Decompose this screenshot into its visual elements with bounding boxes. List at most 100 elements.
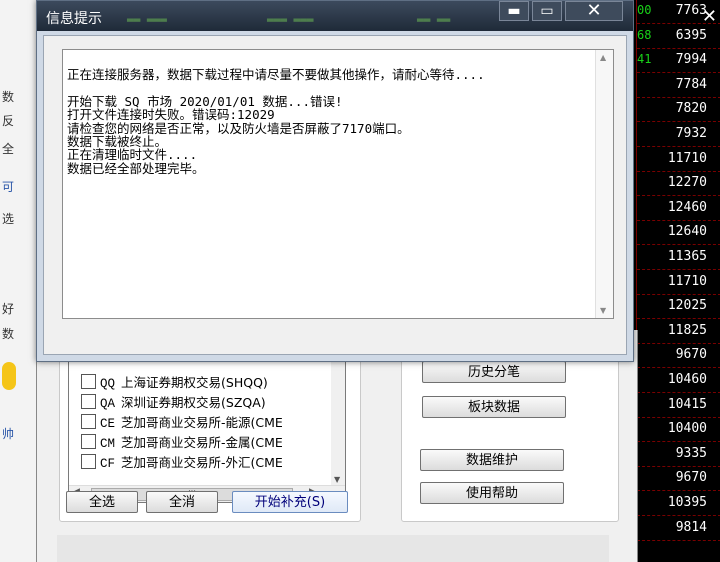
background-app-left-strip: 数 反 全 可 选 好 数 帅: [0, 0, 37, 562]
close-button[interactable]: ✕: [565, 1, 623, 21]
history-ticks-button[interactable]: 历史分笔: [422, 361, 566, 383]
message-line: 数据下载被终止。: [67, 133, 168, 149]
left-strip-fragment: 帅: [2, 427, 15, 441]
quote-row: 11365: [637, 246, 720, 270]
quote-value: 12640: [667, 224, 707, 240]
quote-value: 12270: [667, 175, 707, 191]
quote-column: ✕ 7763 00 6395 68 7994 41 7784 7820 7932 11710 122…: [636, 0, 720, 562]
start-fill-button[interactable]: 开始补充(S): [232, 491, 348, 513]
market-list-item[interactable]: QQ 上海证券期权交易(SHQQ): [81, 372, 341, 391]
market-code: CE: [100, 417, 116, 431]
scroll-down-icon[interactable]: ▼: [334, 475, 340, 484]
quote-change-fragment: 00: [637, 3, 652, 17]
market-name: 芝加哥商业交易所-外汇(CME: [121, 455, 283, 470]
quote-change-fragment: 41: [637, 52, 652, 67]
scroll-down-icon[interactable]: ▼: [600, 306, 606, 315]
left-strip-fragment: 好: [2, 302, 15, 316]
titlebar-ghost-text: ▂▂ ▂▂: [417, 9, 451, 22]
quote-value: 9670: [675, 470, 707, 486]
market-code: QQ: [100, 377, 116, 391]
clear-all-button[interactable]: 全消: [146, 491, 218, 513]
info-dialog: ▂▂ ▂▂▂ ▂▂▂ ▂▂▂ ▂▂ ▂▂ 信息提示 ▬ ▭ ✕ 正在连接服务器，…: [36, 0, 634, 362]
market-name: 深圳证券期权交易(SZQA): [121, 395, 266, 410]
market-list-item[interactable]: CM 芝加哥商业交易所-金属(CME: [81, 432, 341, 451]
quote-value: 9670: [675, 347, 707, 363]
quote-row: 11710: [637, 271, 720, 295]
quote-value: 10460: [667, 372, 707, 387]
quote-value: 7784: [675, 76, 707, 92]
maximize-button[interactable]: ▭: [532, 1, 562, 21]
scroll-up-icon[interactable]: ▲: [600, 53, 606, 62]
market-code: CM: [100, 437, 116, 451]
sector-data-button[interactable]: 板块数据: [422, 396, 566, 418]
market-checkbox[interactable]: [81, 374, 96, 389]
quote-row: 9670: [637, 344, 720, 369]
message-line: 正在清理临时文件....: [67, 147, 198, 163]
help-button[interactable]: 使用帮助: [420, 482, 564, 504]
select-all-button[interactable]: 全选: [66, 491, 138, 513]
market-checkbox[interactable]: [81, 434, 96, 449]
quote-row: 12025: [637, 295, 720, 320]
market-checkbox[interactable]: [81, 394, 96, 409]
left-strip-fragment: 可: [2, 180, 15, 194]
quote-value: 12025: [667, 298, 707, 314]
list-vertical-scrollbar[interactable]: ▼: [331, 362, 345, 486]
message-line: [67, 81, 587, 94]
quote-value: 9335: [675, 445, 707, 461]
quote-row: 11710: [637, 148, 720, 172]
message-line: 打开文件连接时失败。错误码:12029: [67, 107, 275, 123]
left-strip-fragment: 选: [2, 212, 15, 226]
message-line: 正在连接服务器，数据下载过程中请尽量不要做其他操作，请耐心等待....: [67, 67, 485, 82]
quote-row: 7820: [637, 98, 720, 123]
quote-row: 7784: [637, 74, 720, 98]
quote-row: 6395 68: [637, 25, 720, 49]
quote-row: 9670: [637, 467, 720, 492]
data-download-window: QQ 上海证券期权交易(SHQQ) QA 深圳证券期权交易(SZQA) CE 芝加哥商业交…: [36, 330, 638, 562]
quote-row: 10400: [637, 418, 720, 443]
quote-row: 7994 41: [637, 49, 720, 74]
quote-value: 9814: [675, 519, 707, 535]
left-strip-fragment: 反: [2, 114, 15, 128]
quote-row: 7763 00: [637, 0, 720, 24]
quote-value: 10395: [667, 495, 707, 510]
quote-value: 7994: [675, 52, 707, 68]
minimize-button[interactable]: ▬: [499, 1, 529, 21]
quote-value: 6395: [675, 27, 707, 43]
message-line: 数据已经全部处理完毕。: [67, 160, 205, 176]
quote-value: 11365: [667, 249, 707, 264]
dialog-title: 信息提示: [46, 11, 102, 27]
market-list-item[interactable]: QA 深圳证券期权交易(SZQA): [81, 392, 341, 411]
quote-row: 10395: [637, 492, 720, 516]
left-strip-fragment: 数: [2, 90, 15, 104]
quote-value: 11710: [667, 273, 707, 289]
market-checkbox[interactable]: [81, 454, 96, 469]
quote-value: 10415: [667, 396, 707, 412]
quote-row: 9814: [637, 517, 720, 541]
quote-row: 9335: [637, 443, 720, 467]
market-list-item[interactable]: CF 芝加哥商业交易所-外汇(CME: [81, 452, 341, 471]
quote-row: 12460: [637, 197, 720, 221]
quote-value: 7763: [675, 3, 707, 18]
titlebar-ghost-text: ▂▂ ▂▂▂: [127, 9, 167, 22]
back-window-footer: [57, 535, 609, 562]
message-textarea[interactable]: 正在连接服务器，数据下载过程中请尽量不要做其他操作，请耐心等待.... 开始下载 …: [62, 49, 614, 319]
message-line: 开始下载 SQ 市场 2020/01/01 数据...错误!: [67, 93, 343, 109]
market-panel: QQ 上海证券期权交易(SHQQ) QA 深圳证券期权交易(SZQA) CE 芝加哥商业交…: [59, 338, 361, 522]
message-scrollbar[interactable]: ▲ ▼: [595, 50, 613, 318]
dialog-titlebar[interactable]: ▂▂ ▂▂▂ ▂▂▂ ▂▂▂ ▂▂ ▂▂ 信息提示 ▬ ▭ ✕: [37, 1, 633, 31]
quote-row: 11825: [637, 320, 720, 344]
quote-change-fragment: 68: [637, 27, 652, 42]
quote-value: 7932: [675, 126, 707, 141]
quote-row: 12270: [637, 172, 720, 197]
quote-row: 12640: [637, 221, 720, 246]
market-name: 芝加哥商业交易所-金属(CME: [121, 435, 283, 450]
market-code: CF: [100, 457, 116, 471]
market-checkbox[interactable]: [81, 414, 96, 429]
message-text: 正在连接服务器，数据下载过程中请尽量不要做其他操作，请耐心等待.... 开始下载 …: [67, 67, 587, 176]
quote-value: 11825: [667, 322, 707, 338]
market-list[interactable]: QQ 上海证券期权交易(SHQQ) QA 深圳证券期权交易(SZQA) CE 芝加哥商业交…: [68, 361, 346, 503]
left-strip-fragment: 全: [2, 142, 15, 156]
quote-value: 12460: [667, 199, 707, 215]
data-maintain-button[interactable]: 数据维护: [420, 449, 564, 471]
market-list-item[interactable]: CE 芝加哥商业交易所-能源(CME: [81, 412, 341, 431]
